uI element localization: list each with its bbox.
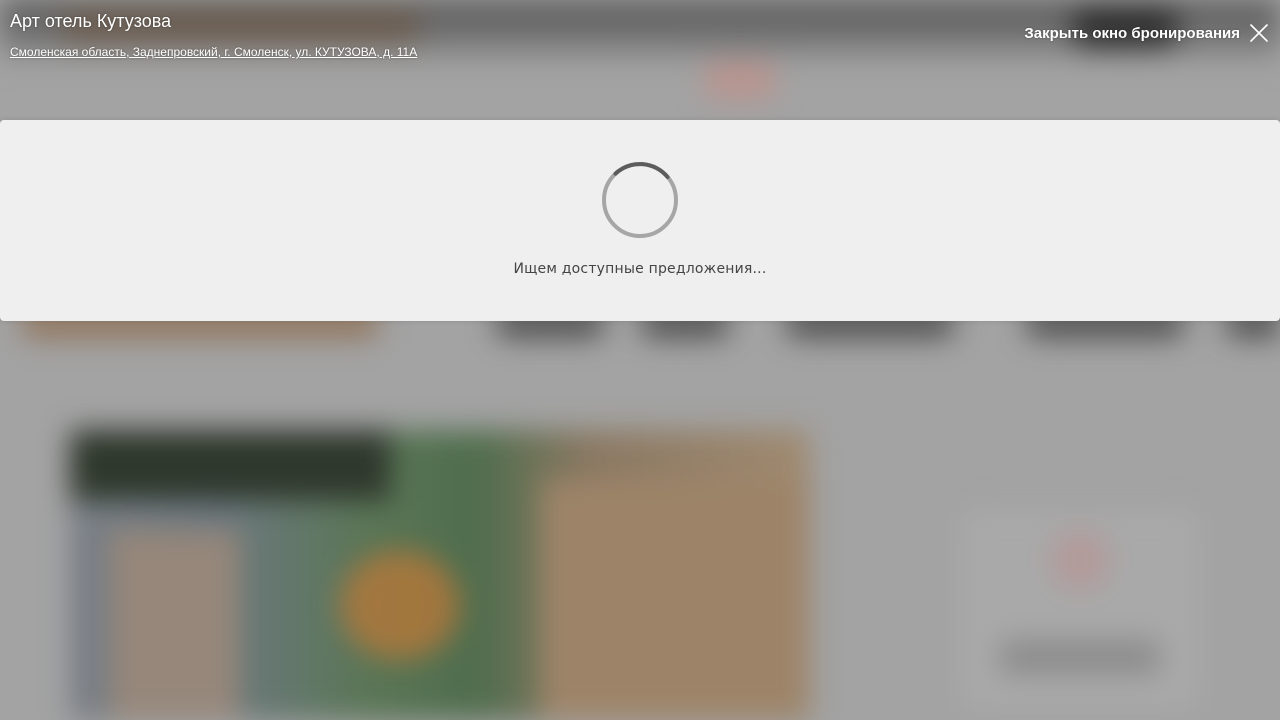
background-hotel-photo bbox=[70, 430, 810, 720]
background-side-card bbox=[960, 510, 1200, 710]
loading-spinner-icon bbox=[602, 162, 678, 238]
loading-panel: Ищем доступные предложения... bbox=[0, 120, 1280, 321]
hotel-title: Арт отель Кутузова bbox=[10, 11, 172, 31]
close-x-icon[interactable] bbox=[1248, 22, 1270, 44]
background-logo bbox=[705, 62, 775, 98]
close-booking-button[interactable]: Закрыть окно бронирования bbox=[1024, 22, 1270, 44]
hotel-address-link[interactable]: Смоленская область, Заднепровский, г. См… bbox=[10, 45, 417, 59]
blurred-background-page bbox=[0, 0, 1280, 720]
loading-message: Ищем доступные предложения... bbox=[513, 261, 767, 277]
close-booking-label: Закрыть окно бронирования bbox=[1024, 24, 1240, 42]
